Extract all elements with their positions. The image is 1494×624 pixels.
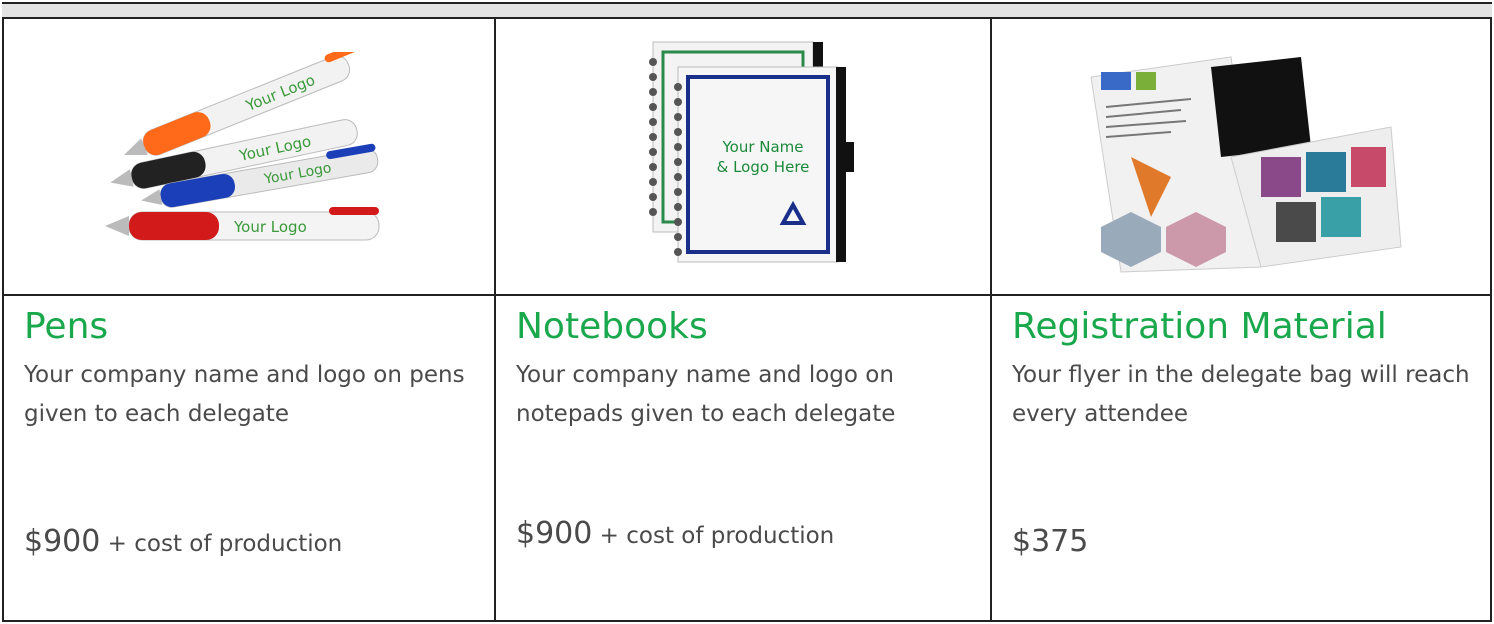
pens-price-amount: $900 xyxy=(24,524,101,559)
notebooks-image-cell: Your Name & Logo Here xyxy=(496,19,992,296)
registration-price-amount: $375 xyxy=(1012,524,1089,559)
pens-image-cell: Your Logo Your Logo Your Logo Your Logo xyxy=(4,19,496,296)
notebooks-text-cell: Notebooks Your company name and logo on … xyxy=(496,296,992,620)
pen-logo-text: Your Logo xyxy=(233,218,307,236)
registration-price: $375 xyxy=(1012,524,1088,559)
notebooks-image: Your Name & Logo Here xyxy=(649,41,854,262)
sponsorship-table: Your Logo Your Logo Your Logo Your Logo … xyxy=(2,19,1492,622)
registration-description: Your flyer in the delegate bag will reac… xyxy=(1012,362,1470,427)
table-header-bar xyxy=(2,2,1492,19)
pens-price-note: + cost of production xyxy=(100,531,343,557)
notebook-cover-line1: Your Name xyxy=(721,138,803,156)
notebooks-price-note: + cost of production xyxy=(592,523,835,549)
flyers-image xyxy=(1090,55,1402,273)
pens-text-cell: Pens Your company name and logo on pens … xyxy=(4,296,496,620)
pens-price: $900 + cost of production xyxy=(24,524,342,559)
notebooks-price-amount: $900 xyxy=(516,516,593,551)
notebook-cover-line2: & Logo Here xyxy=(717,158,810,176)
notebooks-description: Your company name and logo on notepads g… xyxy=(516,362,896,427)
pens-image: Your Logo Your Logo Your Logo Your Logo xyxy=(105,51,380,240)
registration-title: Registration Material xyxy=(1012,306,1387,347)
pens-description: Your company name and logo on pens given… xyxy=(24,362,465,427)
notebooks-title: Notebooks xyxy=(516,306,708,347)
registration-image-cell xyxy=(992,19,1490,296)
pens-title: Pens xyxy=(24,306,109,347)
notebooks-price: $900 + cost of production xyxy=(516,516,834,551)
sponsorship-table-frame: Your Logo Your Logo Your Logo Your Logo … xyxy=(0,0,1494,624)
registration-text-cell: Registration Material Your flyer in the … xyxy=(992,296,1490,620)
